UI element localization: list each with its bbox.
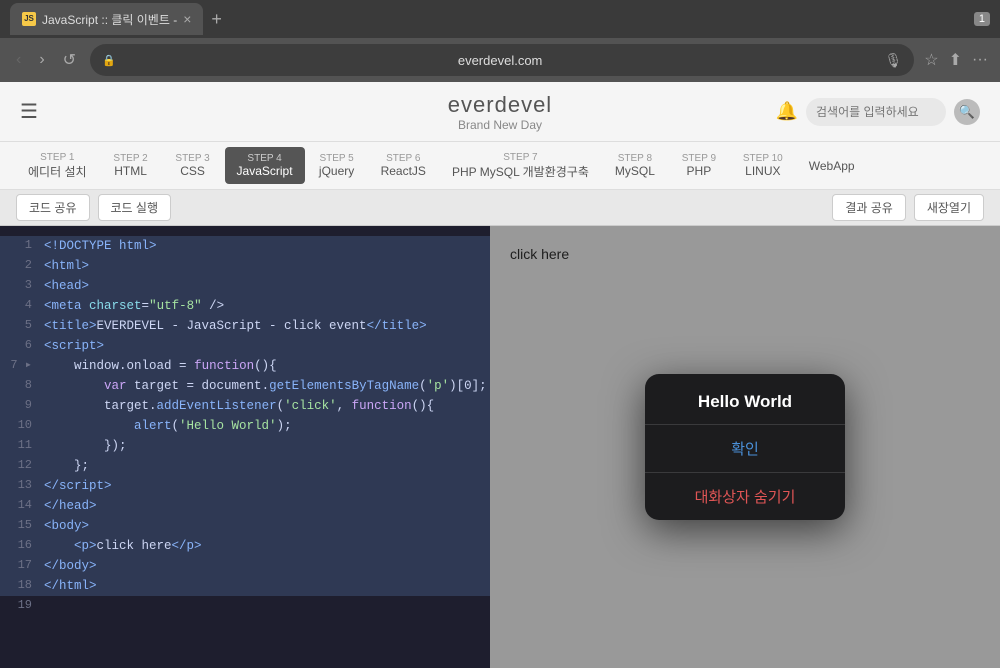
code-line-9: 9 target.addEventListener('click', funct… (0, 396, 490, 416)
address-bar: ‹ › ↺ 🔒 everdevel.com 🎙 ☆ ⬆ ··· (0, 38, 1000, 82)
code-line-6: 6 <script> (0, 336, 490, 356)
site-name: everdevel (448, 92, 552, 118)
lock-icon: 🔒 (102, 54, 116, 67)
step-8[interactable]: STEP 8 MySQL (603, 147, 667, 184)
back-button[interactable]: ‹ (12, 47, 25, 73)
modal-confirm-button[interactable]: 확인 (645, 425, 845, 473)
code-line-15: 15 <body> (0, 516, 490, 536)
step-10[interactable]: STEP 10 LINUX (731, 147, 795, 184)
code-line-1: 1 <!DOCTYPE html> (0, 236, 490, 256)
code-line-5: 5 <title>EVERDEVEL - JavaScript - click … (0, 316, 490, 336)
tab-title: JavaScript :: 클릭 이벤트 - (42, 11, 177, 28)
share-icon[interactable]: ⬆ (949, 50, 962, 70)
header-right: 🔔 🔍 (776, 98, 980, 126)
code-line-7: 7 ▸ window.onload = function(){ (0, 356, 490, 376)
code-line-2: 2 <html> (0, 256, 490, 276)
tab-favicon: JS (22, 12, 36, 26)
url-bar[interactable]: 🔒 everdevel.com 🎙 (90, 44, 914, 76)
step-4[interactable]: STEP 4 JavaScript (225, 147, 305, 184)
tab-bar: JS JavaScript :: 클릭 이벤트 - × + (10, 3, 966, 35)
browser-window-number: 1 (974, 12, 990, 26)
code-line-17: 17 </body> (0, 556, 490, 576)
modal-title-row: Hello World (645, 374, 845, 425)
search-input[interactable] (806, 98, 946, 126)
new-write-button[interactable]: 새장열기 (914, 194, 984, 221)
browser-title-bar: JS JavaScript :: 클릭 이벤트 - × + 1 (0, 0, 1000, 38)
code-toolbar: 코드 공유 코드 실행 결과 공유 새장열기 (0, 190, 1000, 226)
step-6[interactable]: STEP 6 ReactJS (369, 147, 438, 184)
code-line-4: 4 <meta charset="utf-8" /> (0, 296, 490, 316)
step-2[interactable]: STEP 2 HTML (101, 147, 161, 184)
code-line-12: 12 }; (0, 456, 490, 476)
step-webapp[interactable]: WebApp (797, 153, 867, 179)
url-text: everdevel.com (122, 53, 879, 68)
bell-icon[interactable]: 🔔 (776, 101, 798, 122)
code-line-18: 18 </html> (0, 576, 490, 596)
main-content: 1 <!DOCTYPE html> 2 <html> 3 <head> 4 <m… (0, 226, 1000, 668)
forward-button[interactable]: › (35, 47, 48, 73)
modal-title: Hello World (661, 392, 829, 412)
code-line-8: 8 var target = document.getElementsByTag… (0, 376, 490, 396)
toolbar-right: 결과 공유 새장열기 (832, 194, 984, 221)
refresh-button[interactable]: ↺ (59, 46, 80, 74)
step-1[interactable]: STEP 1 에디터 설치 (16, 146, 99, 186)
search-button[interactable]: 🔍 (954, 99, 980, 125)
result-share-button[interactable]: 결과 공유 (832, 194, 906, 221)
more-menu-icon[interactable]: ··· (972, 51, 988, 69)
preview-pane: click here Hello World 확인 대화상자 숨기기 (490, 226, 1000, 668)
step-3[interactable]: STEP 3 CSS (163, 147, 223, 184)
hamburger-menu-icon[interactable]: ☰ (20, 99, 38, 124)
code-line-13: 13 </script> (0, 476, 490, 496)
code-line-3: 3 <head> (0, 276, 490, 296)
run-code-button[interactable]: 코드 실행 (98, 194, 172, 221)
code-line-11: 11 }); (0, 436, 490, 456)
site-header: ☰ everdevel Brand New Day 🔔 🔍 (0, 82, 1000, 142)
steps-navigation: STEP 1 에디터 설치 STEP 2 HTML STEP 3 CSS STE… (0, 142, 1000, 190)
site-title: everdevel Brand New Day (448, 92, 552, 132)
modal-overlay: Hello World 확인 대화상자 숨기기 (490, 226, 1000, 668)
modal-cancel-button[interactable]: 대화상자 숨기기 (645, 473, 845, 520)
code-line-10: 10 alert('Hello World'); (0, 416, 490, 436)
active-tab[interactable]: JS JavaScript :: 클릭 이벤트 - × (10, 3, 203, 35)
share-code-button[interactable]: 코드 공유 (16, 194, 90, 221)
code-line-19: 19 (0, 596, 490, 615)
step-9[interactable]: STEP 9 PHP (669, 147, 729, 184)
site-tagline: Brand New Day (448, 118, 552, 132)
mic-icon: 🎙 (884, 52, 902, 69)
code-editor[interactable]: 1 <!DOCTYPE html> 2 <html> 3 <head> 4 <m… (0, 226, 490, 668)
modal-dialog: Hello World 확인 대화상자 숨기기 (645, 374, 845, 520)
tab-close-icon[interactable]: × (183, 11, 191, 27)
bookmark-icon[interactable]: ☆ (924, 50, 938, 70)
code-line-16: 16 <p>click here</p> (0, 536, 490, 556)
code-line-14: 14 </head> (0, 496, 490, 516)
new-tab-button[interactable]: + (211, 10, 222, 28)
step-5[interactable]: STEP 5 jQuery (307, 147, 367, 184)
step-7[interactable]: STEP 7 PHP MySQL 개발환경구축 (440, 146, 601, 186)
